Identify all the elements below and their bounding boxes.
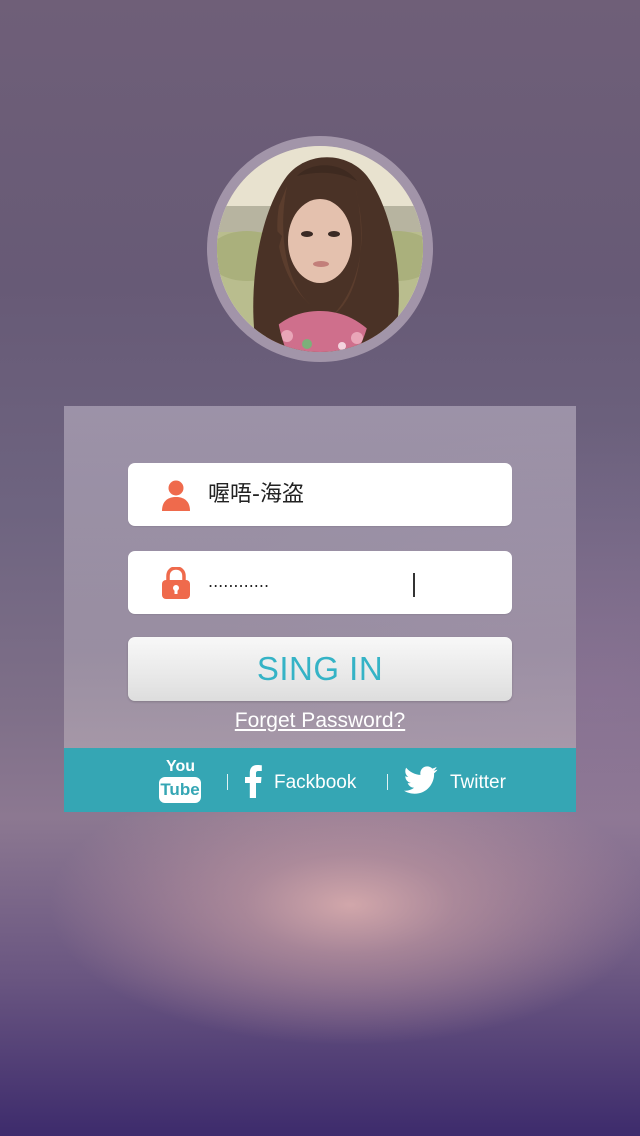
avatar[interactable] — [217, 146, 423, 352]
forgot-password-link[interactable]: Forget Password? — [64, 709, 576, 733]
avatar-frame — [207, 136, 433, 362]
user-icon — [162, 480, 190, 511]
lock-icon — [162, 567, 190, 599]
username-value: 喔唔-海盗 — [208, 482, 304, 507]
twitter-label: Twitter — [450, 772, 506, 793]
user-photo-icon — [217, 146, 423, 352]
social-divider — [387, 774, 388, 790]
social-divider — [227, 774, 228, 790]
facebook-label: Fackbook — [274, 772, 357, 793]
facebook-button[interactable]: Fackbook — [244, 748, 357, 812]
text-caret — [413, 573, 415, 597]
password-field[interactable]: ............ — [128, 551, 512, 614]
youtube-button[interactable]: You Tube — [159, 748, 203, 812]
sign-in-button[interactable]: SING IN — [128, 637, 512, 701]
password-value: ............ — [208, 572, 270, 591]
login-card: 喔唔-海盗 ............ SING IN Forget Passwo… — [64, 406, 576, 812]
facebook-icon — [245, 765, 262, 798]
twitter-button[interactable]: Twitter — [404, 748, 514, 812]
youtube-tube-badge: Tube — [159, 777, 201, 803]
social-login-bar: You Tube Fackbook Twitter — [64, 748, 576, 812]
username-field[interactable]: 喔唔-海盗 — [128, 463, 512, 526]
youtube-icon: You — [166, 758, 196, 775]
twitter-icon — [404, 766, 438, 794]
